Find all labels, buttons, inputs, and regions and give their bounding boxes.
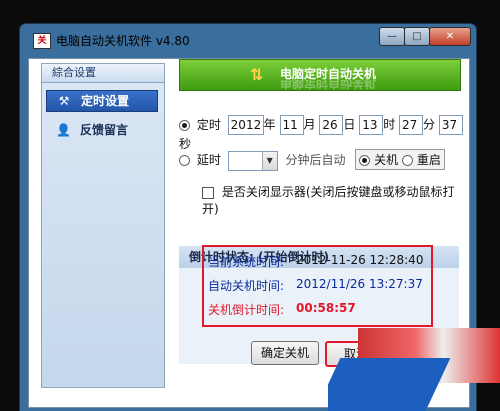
monitor-row: 是否关闭显示器(关闭后按键盘或移动鼠标打开): [202, 183, 469, 217]
sidebar-item-feedback[interactable]: 👤 反馈留言: [46, 120, 156, 140]
minute-unit: 分: [423, 117, 436, 132]
banner: ⇅ 电脑定时自动关机 电脑定时自动关机: [179, 59, 461, 91]
timed-label: 定时: [196, 117, 221, 132]
second-field[interactable]: 37: [438, 115, 463, 135]
sidebar-item-label: 定时设置: [81, 94, 130, 108]
monitor-label: 是否关闭显示器(关闭后按键盘或移动鼠标打开): [202, 185, 455, 216]
timed-row: 定时 2012 年 11 月 26 日 13 时 27 分 37秒: [179, 115, 469, 152]
user-icon: 👤: [56, 123, 71, 137]
current-time-value: 2012-11-26 12:28:40: [296, 253, 424, 267]
desktop-background-fragment: [328, 328, 500, 411]
shutdown-label: 关机: [374, 153, 399, 167]
month-unit: 月: [303, 117, 316, 132]
delay-dropdown[interactable]: ▼: [227, 150, 278, 171]
shutdown-radio[interactable]: [359, 155, 371, 166]
delay-label: 延时: [196, 153, 221, 167]
window-title: 电脑自动关机软件 v4.80: [56, 34, 190, 48]
sidebar: 綜合设置 ⚒ 定时设置 👤 反馈留言: [41, 63, 165, 388]
auto-shutdown-label: 自动关机时间:: [208, 279, 285, 293]
minute-field[interactable]: 27: [399, 115, 424, 135]
chevron-down-icon[interactable]: ▼: [261, 151, 277, 170]
countdown-label: 关机倒计时间:: [208, 303, 285, 317]
title-bar[interactable]: 关 电脑自动关机软件 v4.80 — □ ✕: [20, 24, 476, 54]
countdown-value: 00:58:57: [296, 301, 356, 315]
confirm-shutdown-button[interactable]: 确定关机: [251, 341, 319, 365]
app-icon: 关: [33, 33, 51, 49]
delay-suffix: 分钟后自动: [285, 153, 346, 167]
close-button[interactable]: ✕: [429, 27, 471, 46]
sidebar-item-timed-settings[interactable]: ⚒ 定时设置: [46, 90, 158, 112]
status-highlight-box: 当前系统时间: 2012-11-26 12:28:40 自动关机时间: 2012…: [202, 245, 433, 327]
minimize-button[interactable]: —: [379, 27, 405, 46]
shutdown-restart-group: 关机 重启: [355, 149, 445, 170]
hour-unit: 时: [383, 117, 396, 132]
sidebar-item-label: 反馈留言: [80, 123, 129, 137]
countdown-row: 关机倒计时间: 00:58:57: [208, 301, 356, 318]
arrows-icon: ⇅: [250, 65, 264, 84]
month-field[interactable]: 11: [279, 115, 304, 135]
day-field[interactable]: 26: [319, 115, 344, 135]
restart-label: 重启: [416, 153, 441, 167]
hour-field[interactable]: 13: [359, 115, 384, 135]
restart-radio[interactable]: [402, 155, 414, 166]
auto-shutdown-row: 自动关机时间: 2012/11/26 13:27:37: [208, 277, 423, 294]
delay-row: 延时 ▼ 分钟后自动 关机 重启: [179, 149, 445, 171]
current-time-row: 当前系统时间: 2012-11-26 12:28:40: [208, 253, 423, 270]
background-blue-shape: [328, 358, 451, 411]
year-unit: 年: [263, 117, 276, 132]
current-time-label: 当前系统时间:: [208, 255, 285, 269]
sidebar-header: 綜合设置: [42, 64, 164, 83]
delay-radio[interactable]: [179, 155, 190, 166]
banner-title-reflection: 电脑定时自动关机: [280, 80, 377, 90]
year-field[interactable]: 2012: [227, 115, 264, 135]
wrench-icon: ⚒: [58, 94, 70, 108]
day-unit: 日: [343, 117, 356, 132]
timed-radio[interactable]: [179, 119, 190, 131]
maximize-button[interactable]: □: [404, 27, 430, 46]
monitor-checkbox[interactable]: [202, 186, 214, 199]
auto-shutdown-value: 2012/11/26 13:27:37: [296, 277, 423, 291]
